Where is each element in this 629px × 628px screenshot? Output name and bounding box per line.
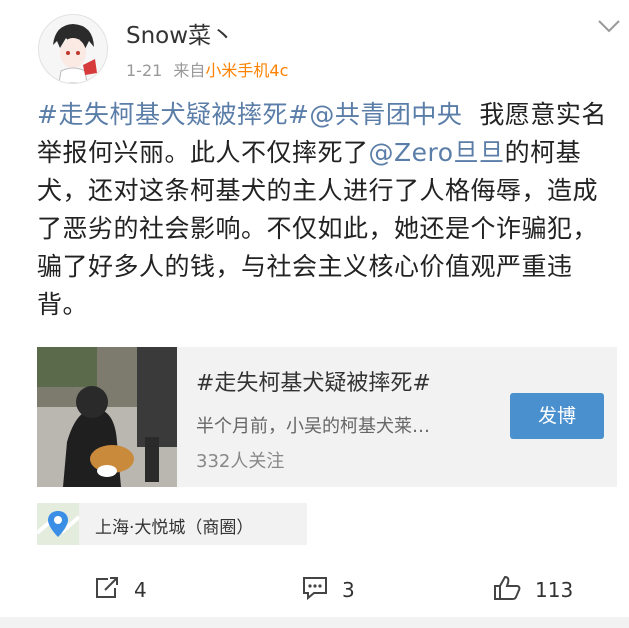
mention-link[interactable]: @共青团中央: [309, 100, 462, 129]
repost-icon: [94, 576, 120, 605]
repost-button[interactable]: 4: [94, 572, 147, 608]
repost-count: 4: [134, 578, 147, 602]
post-meta: 1-21 来自小米手机4c: [126, 57, 288, 81]
location-tag[interactable]: 上海·大悦城（商圈）: [35, 503, 307, 545]
location-text: 上海·大悦城（商圈）: [95, 518, 254, 538]
topic-thumbnail: [37, 347, 177, 487]
topic-card[interactable]: #走失柯基犬疑被摔死# 半个月前，小吴的柯基犬莱… 332人关注 发博: [37, 347, 617, 487]
post-date: 1-21: [126, 61, 163, 80]
comment-count: 3: [342, 578, 355, 602]
comment-icon: [302, 576, 328, 605]
like-button[interactable]: 113: [493, 572, 573, 608]
topic-description: 半个月前，小吴的柯基犬莱…: [196, 416, 430, 437]
action-bar: 4 3 113: [0, 572, 629, 608]
topic-followers: 332人关注: [196, 451, 285, 472]
topic-title: #走失柯基犬疑被摔死#: [196, 371, 431, 396]
comment-button[interactable]: 3: [302, 572, 355, 608]
mention-link[interactable]: @Zero旦旦: [369, 138, 505, 167]
like-count: 113: [535, 578, 574, 602]
hashtag-link[interactable]: #走失柯基犬疑被摔死#: [37, 100, 309, 129]
post-text: #走失柯基犬疑被摔死#@共青团中央 我愿意实名举报何兴丽。此人不仅摔死了@Zer…: [37, 96, 617, 324]
username[interactable]: Snow菜丶: [126, 16, 234, 50]
source-prefix: 来自: [173, 61, 206, 80]
map-pin-icon: [35, 503, 81, 545]
avatar[interactable]: [38, 14, 108, 84]
post-to-topic-button[interactable]: 发博: [510, 393, 604, 439]
chevron-down-icon[interactable]: [597, 18, 621, 38]
divider: [0, 617, 629, 628]
thumbs-up-icon: [493, 575, 521, 606]
device-name[interactable]: 小米手机4c: [205, 61, 288, 80]
